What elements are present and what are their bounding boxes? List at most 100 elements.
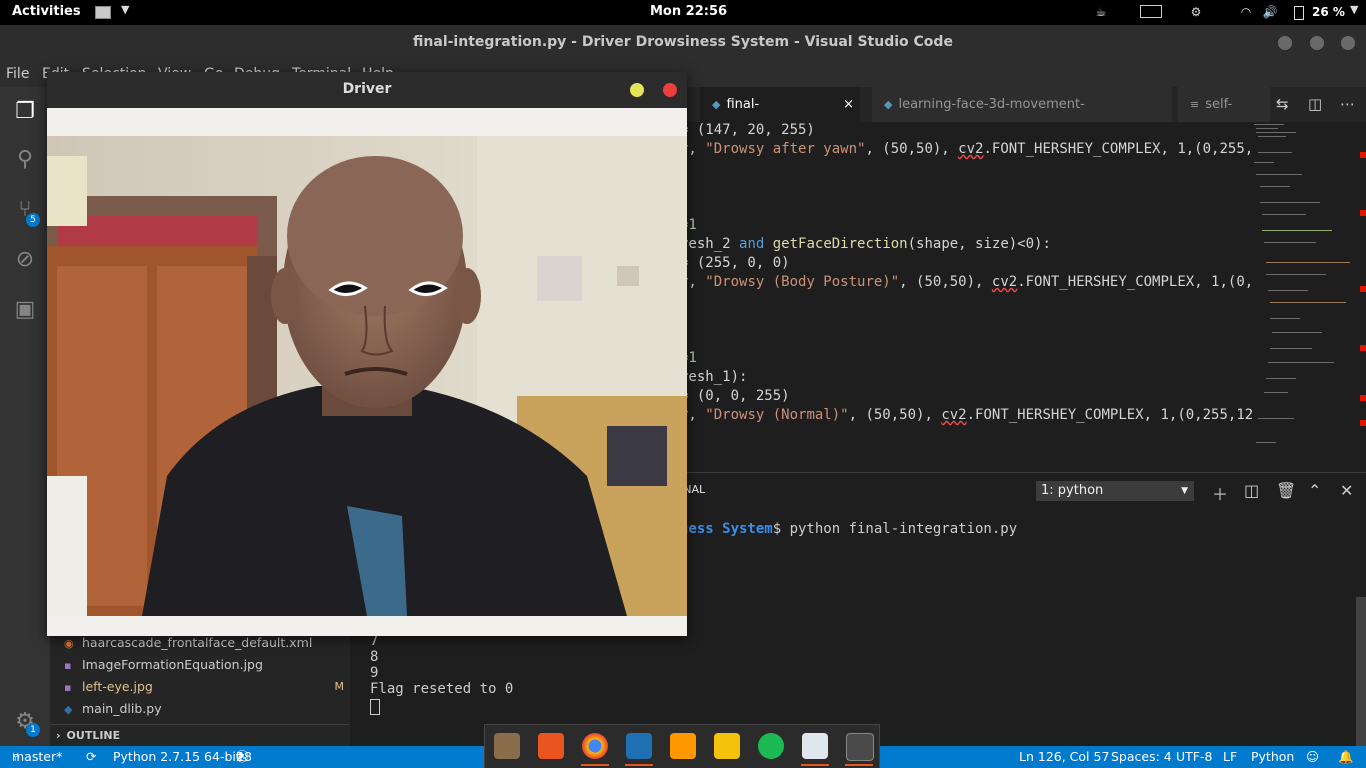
language-mode[interactable]: Python <box>1251 746 1294 768</box>
vscode-icon[interactable] <box>626 733 652 759</box>
text-editor-icon[interactable] <box>802 733 828 759</box>
code-function: getFaceDirection <box>764 236 908 252</box>
files-icon[interactable] <box>494 733 520 759</box>
spotify-icon[interactable] <box>758 733 784 759</box>
driver-title: Driver <box>342 81 392 97</box>
extensions-icon[interactable]: ▣ <box>10 295 40 325</box>
activities-button[interactable]: Activities <box>12 4 81 19</box>
keyboard-flag-icon[interactable] <box>95 6 111 19</box>
code-keyword: and <box>739 236 765 252</box>
outline-section-header[interactable]: › OUTLINE <box>50 724 350 747</box>
encoding[interactable]: UTF-8 <box>1176 746 1212 768</box>
end-of-line[interactable]: LF <box>1223 746 1237 768</box>
battery-icon[interactable] <box>1294 6 1304 20</box>
explorer-icon[interactable]: ❐ <box>10 97 40 127</box>
error-marker <box>1360 420 1366 426</box>
feedback-icon[interactable]: ☺ <box>1306 746 1319 768</box>
terminal-select-value: 1: python <box>1041 483 1104 498</box>
python-interpreter[interactable]: Python 2.7.15 64-bit <box>113 746 241 768</box>
indentation[interactable]: Spaces: 4 <box>1111 746 1172 768</box>
close-panel-icon[interactable]: ✕ <box>1340 481 1353 500</box>
chevron-down-icon[interactable]: ▼ <box>121 3 129 16</box>
add-terminal-icon[interactable]: ＋ <box>1212 481 1228 505</box>
driver-window[interactable]: Driver <box>47 72 687 636</box>
chrome-icon[interactable] <box>582 733 608 759</box>
chevron-up-icon[interactable]: ⌃ <box>1308 481 1321 500</box>
minimize-button[interactable] <box>1278 36 1292 50</box>
tab-self-notes[interactable]: ≡self-notes <box>1178 87 1270 147</box>
debug-icon[interactable]: ⊘ <box>10 245 40 275</box>
terminal-line: 8 <box>370 649 379 665</box>
split-terminal-icon[interactable]: ◫ <box>1244 481 1259 500</box>
minimap[interactable] <box>1252 122 1352 472</box>
running-indicator <box>625 764 653 766</box>
cup-icon[interactable]: ☕ <box>1093 5 1109 19</box>
screen-icon[interactable] <box>1140 5 1162 18</box>
tab-final-integration[interactable]: ◆final-integration.py × <box>700 87 860 147</box>
code-line: y, "Drowsy (Normal)", (50,50), cv2.FONT_… <box>680 407 1253 423</box>
running-indicator <box>581 764 609 766</box>
running-indicator <box>801 764 829 766</box>
code-text: , (50,50), <box>865 141 959 157</box>
file-item[interactable]: ▪ ImageFormationEquation.jpg <box>64 655 263 675</box>
close-button[interactable] <box>663 83 677 97</box>
terminal-scrollbar[interactable] <box>1356 597 1366 747</box>
window-title: final-integration.py - Driver Drowsiness… <box>413 34 953 50</box>
bell-icon[interactable]: 🔔 <box>1338 746 1354 768</box>
code-error: cv2 <box>991 274 1018 290</box>
code-string: "Drowsy after yawn" <box>705 141 866 157</box>
chevron-down-icon[interactable]: ▼ <box>1350 3 1358 16</box>
file-item[interactable]: ◉ haarcascade_frontalface_default.xml <box>64 633 312 653</box>
driver-title-bar[interactable]: Driver <box>47 72 687 108</box>
python-icon: ◆ <box>712 98 721 111</box>
code-text: , (50,50), <box>848 407 942 423</box>
keep-icon[interactable] <box>714 733 740 759</box>
image-icon: ▪ <box>64 681 72 694</box>
sync-icon[interactable]: ⟳ <box>86 746 96 768</box>
open-changes-icon[interactable]: ⇆ <box>1276 87 1289 122</box>
volume-icon[interactable]: 🔊 <box>1262 5 1278 19</box>
image-icon: ▪ <box>64 659 72 672</box>
settings-badge: 1 <box>26 723 40 737</box>
more-actions-icon[interactable]: ⋯ <box>1340 87 1355 122</box>
window-title-bar: final-integration.py - Driver Drowsiness… <box>0 25 1366 61</box>
tab-learning-face[interactable]: ◆learning-face-3d-movement-detection.py <box>872 87 1172 147</box>
close-icon[interactable]: × <box>843 87 854 122</box>
trash-icon[interactable]: 🗑 <box>1276 481 1296 500</box>
code-string: "Drowsy (Body Posture)" <box>705 274 900 290</box>
sublime-icon[interactable] <box>670 733 696 759</box>
git-status-modified: M <box>334 680 345 693</box>
chevron-down-icon: ▼ <box>1181 486 1188 496</box>
error-marker <box>1360 286 1366 292</box>
clock[interactable]: Mon 22:56 <box>650 4 727 19</box>
code-error: cv2 <box>941 407 967 423</box>
terminal-select[interactable]: 1: python ▼ <box>1036 481 1194 501</box>
terminal-line: 9 <box>370 665 379 681</box>
maximize-button[interactable] <box>1310 36 1324 50</box>
search-icon[interactable]: ⚲ <box>10 145 40 175</box>
network-settings-icon[interactable]: ⚙ <box>1188 5 1204 19</box>
warning-count: 2 <box>236 749 244 764</box>
file-name: main_dlib.py <box>82 701 162 716</box>
code-text: resh_1): <box>680 369 748 385</box>
code-text: , (50,50), <box>899 274 992 290</box>
cursor-position[interactable]: Ln 126, Col 57 <box>1019 746 1109 768</box>
software-icon[interactable] <box>538 733 564 759</box>
terminal-app-icon[interactable] <box>846 733 874 761</box>
activity-bar: ❐ ⚲ ⑂ 5 ⊘ ▣ ⚙ 1 <box>0 87 50 746</box>
minimize-button[interactable] <box>630 83 644 97</box>
close-button[interactable] <box>1341 36 1355 50</box>
file-item[interactable]: ◆ main_dlib.py <box>64 699 162 719</box>
code-line: y, "Drowsy (Body Posture)", (50,50), cv2… <box>680 274 1253 290</box>
wifi-icon[interactable]: ◠ <box>1238 5 1254 19</box>
error-marker <box>1360 152 1366 158</box>
code-text: resh_2 <box>680 236 740 252</box>
file-name: haarcascade_frontalface_default.xml <box>82 635 313 650</box>
branch-name: master* <box>12 749 63 764</box>
code-text: .FONT_HERSHEY_COMPLEX, 1,(0, <box>1017 274 1254 290</box>
menu-file[interactable]: File <box>6 66 29 82</box>
code-string: "Drowsy (Normal)" <box>705 407 849 423</box>
code-line: resh_2 and getFaceDirection(shape, size)… <box>680 236 1051 252</box>
split-editor-icon[interactable]: ◫ <box>1308 87 1322 122</box>
file-item[interactable]: ▪ left-eye.jpg M <box>64 677 344 697</box>
